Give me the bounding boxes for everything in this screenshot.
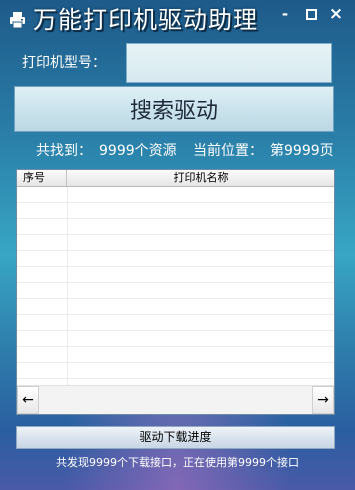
- scroll-right-button[interactable]: →: [312, 386, 334, 414]
- minimize-icon: -: [281, 5, 289, 23]
- title-bar[interactable]: 万能打印机驱动助理 - ×: [0, 0, 355, 40]
- status-text: 共发现9999个下载接口，正在使用第9999个接口: [56, 456, 299, 469]
- printer-model-input[interactable]: [126, 43, 332, 83]
- app-window: 万能打印机驱动助理 - × 打印机型号： 搜索驱动 共找到： 9999个资源 当…: [0, 0, 355, 490]
- current-page-value: 第9999页: [270, 143, 334, 159]
- printer-icon: [9, 11, 26, 29]
- maximize-icon: [305, 9, 317, 20]
- maximize-button[interactable]: [302, 5, 320, 23]
- close-icon: ×: [328, 4, 344, 24]
- close-button[interactable]: ×: [327, 5, 345, 23]
- printer-model-label: 打印机型号：: [22, 55, 106, 71]
- window-title: 万能打印机驱动助理: [33, 6, 258, 34]
- column-header-index[interactable]: 序号: [17, 170, 67, 186]
- progress-label: 驱动下载进度: [139, 430, 212, 444]
- found-count-label: 共找到：: [36, 143, 92, 159]
- driver-table[interactable]: 序号 打印机名称 ← →: [16, 169, 335, 415]
- current-page-label: 当前位置：: [193, 143, 263, 159]
- arrow-left-icon: ←: [22, 392, 34, 408]
- arrow-right-icon: →: [317, 392, 329, 408]
- column-header-printer-name[interactable]: 打印机名称: [68, 170, 334, 186]
- download-progress-bar: 驱动下载进度: [16, 426, 335, 449]
- horizontal-scrollbar[interactable]: ← →: [17, 385, 334, 414]
- table-body[interactable]: [17, 187, 334, 385]
- search-driver-label: 搜索驱动: [129, 99, 218, 124]
- minimize-button[interactable]: -: [276, 5, 294, 23]
- found-count-value: 9999个资源: [99, 143, 177, 159]
- search-driver-button[interactable]: 搜索驱动: [14, 86, 334, 132]
- scroll-left-button[interactable]: ←: [17, 386, 39, 414]
- table-header: 序号 打印机名称: [17, 170, 334, 187]
